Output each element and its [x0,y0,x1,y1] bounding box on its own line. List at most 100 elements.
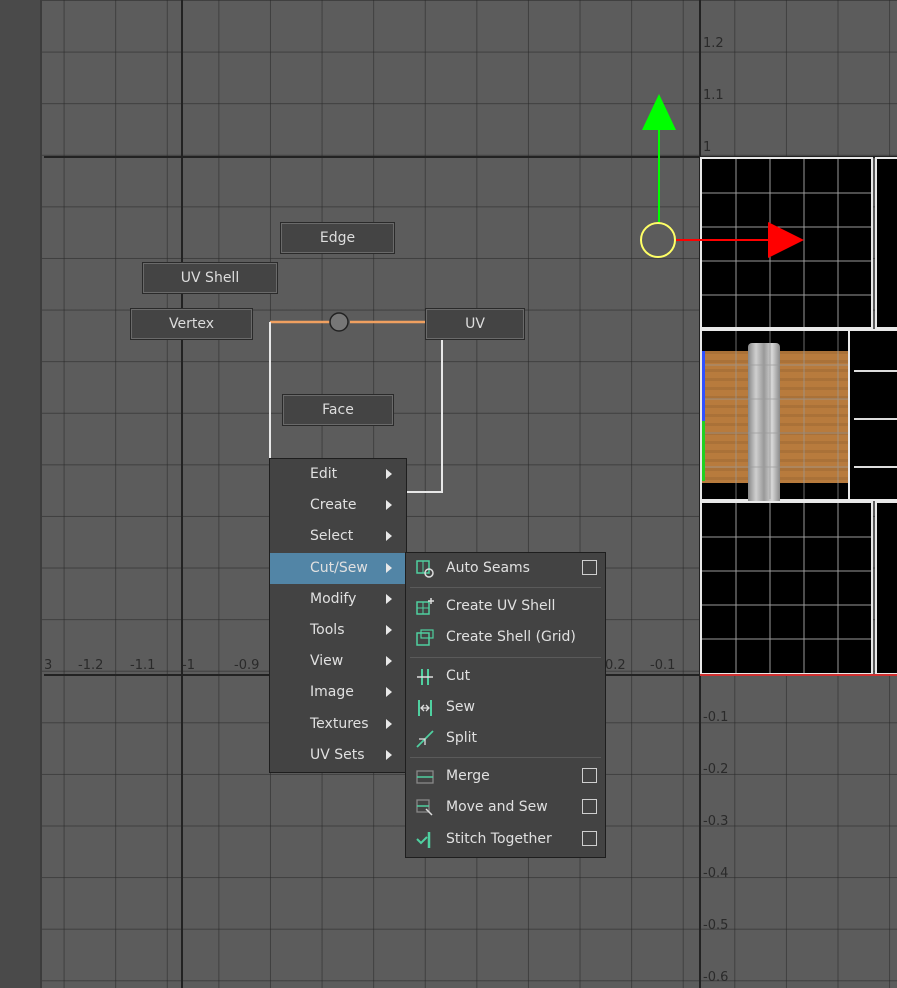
chevron-right-icon [386,469,392,479]
menu-item-label: UV Sets [310,746,365,763]
create-shell-grid-icon [416,629,434,647]
arrow-marks [854,370,897,468]
mm-face-button[interactable]: Face [282,394,394,426]
cut-sew-submenu: Auto Seams Create UV Shell Create Shell … [405,552,606,858]
menu-item-label: Image [310,684,354,701]
tick-label: -1 [182,658,195,673]
submenu-item-label: Create UV Shell [446,598,556,615]
create-uv-shell-icon [416,598,434,615]
tick-label: -0.6 [703,970,729,985]
menu-divider [410,757,601,759]
left-panel-edge [0,0,42,988]
tick-label: 0.2 [605,658,626,673]
stitch-together-icon [416,831,431,848]
submenu-item-merge[interactable]: Merge [406,761,605,792]
uv-shell-top-right[interactable] [875,157,897,329]
tick-label: 3 [44,658,53,673]
submenu-item-auto-seams[interactable]: Auto Seams [406,553,605,584]
option-box-icon[interactable] [582,560,597,575]
submenu-item-label: Cut [446,667,471,684]
submenu-item-label: Auto Seams [446,560,530,576]
sew-icon [418,699,432,716]
chevron-right-icon [386,562,392,573]
uv-shell-middle[interactable] [700,329,850,521]
menu-item-label: Tools [310,621,345,638]
submenu-item-cut[interactable]: Cut [406,661,605,692]
menu-item-cut-sew[interactable]: Cut/Sew [270,552,406,584]
tick-label: -0.4 [703,866,729,881]
mm-uv-button[interactable]: UV [425,308,525,340]
menu-item-label: View [310,653,344,670]
y-arrow-icon [642,94,676,130]
mm-edge-button[interactable]: Edge [280,222,395,254]
split-icon [416,730,434,748]
option-box-icon[interactable] [582,830,597,846]
menu-item-label: Edit [310,466,338,482]
chevron-right-icon [386,500,392,511]
chevron-right-icon [386,687,392,698]
menu-item-textures[interactable]: Textures [270,709,406,740]
submenu-item-label: Split [446,729,478,746]
merge-icon [416,770,434,784]
tick-label: -1.1 [130,658,156,673]
uv-border-blue [702,351,705,421]
menu-item-modify[interactable]: Modify [270,584,406,615]
chevron-right-icon [386,656,392,667]
menu-item-edit[interactable]: Edit [270,459,406,490]
menu-item-label: Cut/Sew [310,559,368,576]
uv-editor-viewport[interactable]: 3 -1.2 -1.1 -1 -0.9 0.2 -0.1 1.2 1.1 1 -… [0,0,897,988]
mm-vertex-button[interactable]: Vertex [130,308,253,340]
u-axis-red [700,674,897,676]
move-manipulator[interactable] [630,90,810,260]
menu-item-uv-sets[interactable]: UV Sets [270,740,406,771]
tick-label: -0.1 [703,710,729,725]
x-arrow-icon [768,222,804,258]
submenu-item-create-uv-shell[interactable]: Create UV Shell [406,591,605,622]
menu-divider [410,587,601,589]
tick-label: -1.2 [78,658,104,673]
uv-grid-lines [702,503,871,673]
mm-uv-shell-button[interactable]: UV Shell [142,262,278,294]
submenu-item-label: Merge [446,768,490,785]
submenu-item-label: Move and Sew [446,799,548,816]
chevron-right-icon [386,749,392,760]
chevron-right-icon [386,593,392,604]
uv-grid-lines [702,331,848,499]
option-box-icon[interactable] [582,799,597,815]
menu-item-label: Modify [310,590,357,607]
move-and-sew-icon [416,799,433,816]
submenu-item-split[interactable]: Split [406,723,605,754]
menu-item-label: Create [310,497,357,514]
marking-menu-center [329,312,349,332]
tick-label: -0.2 [703,762,729,777]
menu-item-label: Textures [310,715,369,732]
center-handle [640,222,676,258]
tick-label: -0.5 [703,918,729,933]
chevron-right-icon [386,718,392,729]
tick-label: -0.1 [650,658,676,673]
menu-item-label: Select [310,528,354,545]
v-axis-line [181,0,183,988]
tick-label: 1.2 [703,36,724,51]
option-box-icon[interactable] [582,768,597,784]
tick-label: -0.9 [234,658,260,673]
chevron-right-icon [386,531,392,542]
uv-border-green [702,421,705,481]
submenu-item-create-shell-grid[interactable]: Create Shell (Grid) [406,622,605,653]
chevron-right-icon [386,624,392,635]
menu-item-tools[interactable]: Tools [270,615,406,646]
submenu-item-label: Stitch Together [446,830,552,847]
uv-shell-bottom-right[interactable] [875,501,897,675]
menu-item-view[interactable]: View [270,646,406,677]
cut-icon [417,668,433,685]
submenu-item-move-and-sew[interactable]: Move and Sew [406,792,605,823]
menu-item-select[interactable]: Select [270,521,406,552]
submenu-item-sew[interactable]: Sew [406,692,605,723]
menu-item-create[interactable]: Create [270,490,406,521]
context-menu: Edit Create Select Cut/Sew Modify Tools … [269,458,407,773]
uv-shell-bottom[interactable] [700,501,873,675]
uv-shell-middle-right[interactable] [848,329,897,501]
submenu-item-label: Create Shell (Grid) [446,629,576,646]
submenu-item-stitch-together[interactable]: Stitch Together [406,824,605,855]
menu-item-image[interactable]: Image [270,677,406,708]
